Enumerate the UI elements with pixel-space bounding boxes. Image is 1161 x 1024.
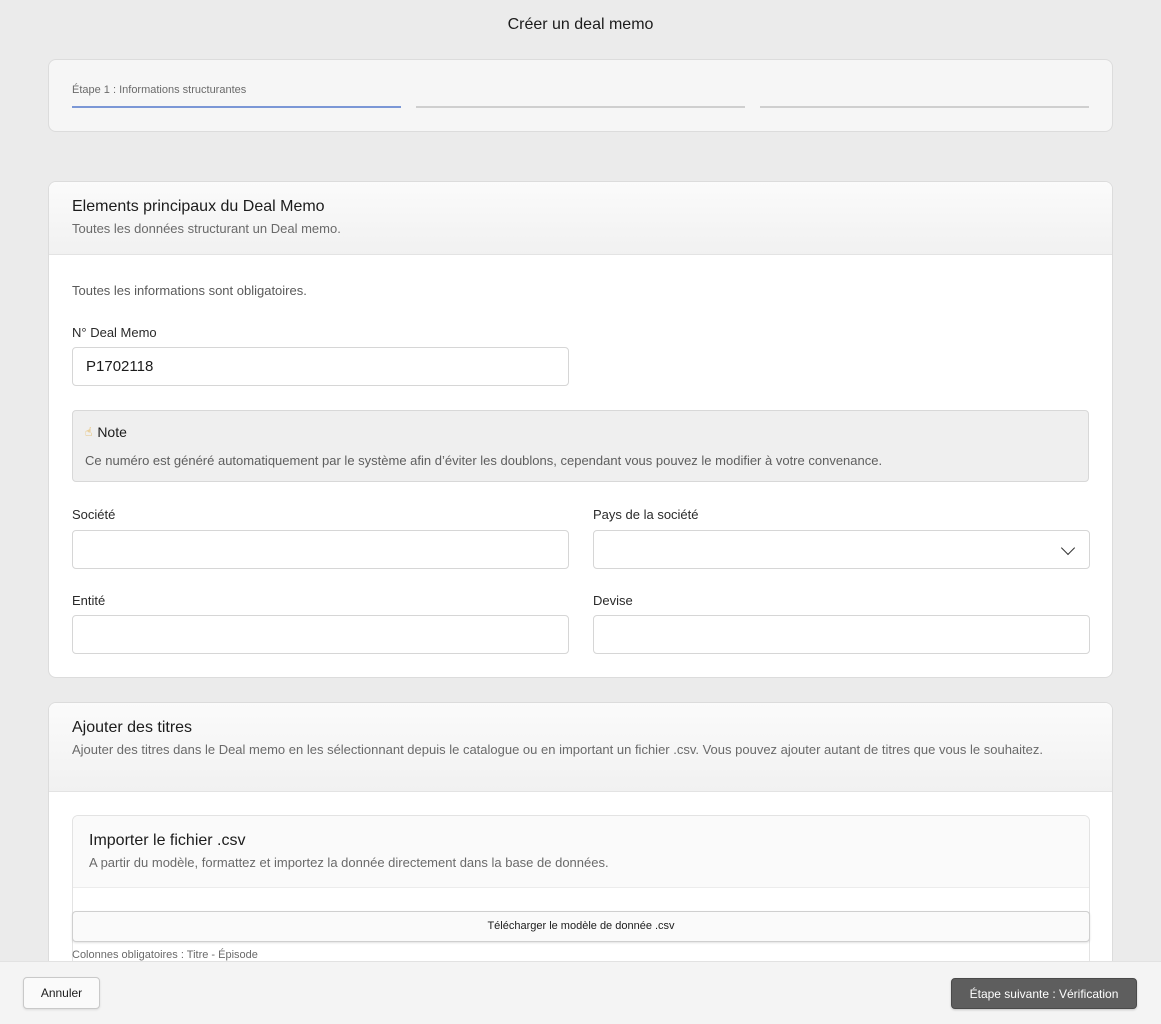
entity-label: Entité bbox=[72, 593, 106, 608]
step-1[interactable]: Étape 1 : Informations structurantes bbox=[72, 60, 401, 110]
company-country-select[interactable] bbox=[593, 530, 1090, 569]
entity-input[interactable] bbox=[72, 615, 569, 654]
main-elements-subtitle: Toutes les données structurant un Deal m… bbox=[72, 221, 341, 236]
pointing-finger-icon: ☝ bbox=[85, 425, 93, 439]
cancel-button[interactable]: Annuler bbox=[23, 977, 100, 1009]
main-elements-title: Elements principaux du Deal Memo bbox=[72, 198, 325, 215]
main-elements-card: Elements principaux du Deal Memo Toutes … bbox=[48, 181, 1113, 678]
note-title-text: Note bbox=[97, 424, 127, 440]
currency-label: Devise bbox=[593, 593, 633, 608]
stepper: Étape 1 : Informations structurantes bbox=[48, 59, 1113, 132]
csv-import-subtitle: A partir du modèle, formattez et importe… bbox=[89, 855, 609, 870]
deal-memo-number-value: P1702118 bbox=[86, 358, 154, 375]
step-1-progress-bar bbox=[72, 106, 401, 108]
page-title: Créer un deal memo bbox=[507, 16, 654, 33]
csv-import-header: Importer le fichier .csv A partir du mod… bbox=[73, 816, 1089, 888]
note-text: Ce numéro est généré automatiquement par… bbox=[85, 453, 883, 468]
company-input[interactable] bbox=[72, 530, 569, 569]
company-label: Société bbox=[72, 507, 116, 522]
add-titles-subtitle: Ajouter des titres dans le Deal memo en … bbox=[72, 742, 1044, 757]
note-title: ☝ Note bbox=[85, 424, 127, 440]
main-elements-header: Elements principaux du Deal Memo Toutes … bbox=[49, 182, 1112, 255]
add-titles-card: Ajouter des titres Ajouter des titres da… bbox=[48, 702, 1113, 1002]
company-country-label: Pays de la société bbox=[593, 507, 699, 522]
next-step-button[interactable]: Étape suivante : Vérification bbox=[951, 978, 1137, 1009]
currency-input[interactable] bbox=[593, 615, 1090, 654]
step-3[interactable] bbox=[760, 60, 1089, 110]
download-csv-template-button[interactable]: Télécharger le modèle de donnée .csv bbox=[72, 911, 1090, 942]
required-notice: Toutes les informations sont obligatoire… bbox=[72, 283, 307, 298]
deal-memo-number-label: N° Deal Memo bbox=[72, 325, 157, 340]
required-columns-text: Colonnes obligatoires : Titre - Épisode bbox=[72, 949, 258, 961]
chevron-down-icon bbox=[1060, 540, 1076, 556]
deal-memo-number-input[interactable]: P1702118 bbox=[72, 347, 569, 386]
note-box: ☝ Note Ce numéro est généré automatiquem… bbox=[72, 410, 1089, 482]
step-1-label: Étape 1 : Informations structurantes bbox=[72, 84, 247, 96]
csv-import-title: Importer le fichier .csv bbox=[89, 832, 246, 849]
step-2-progress-bar bbox=[416, 106, 745, 108]
add-titles-header: Ajouter des titres Ajouter des titres da… bbox=[49, 703, 1112, 792]
add-titles-title: Ajouter des titres bbox=[72, 719, 193, 736]
step-3-progress-bar bbox=[760, 106, 1089, 108]
step-2[interactable] bbox=[416, 60, 745, 110]
footer-bar: Annuler Étape suivante : Vérification bbox=[0, 961, 1161, 1024]
